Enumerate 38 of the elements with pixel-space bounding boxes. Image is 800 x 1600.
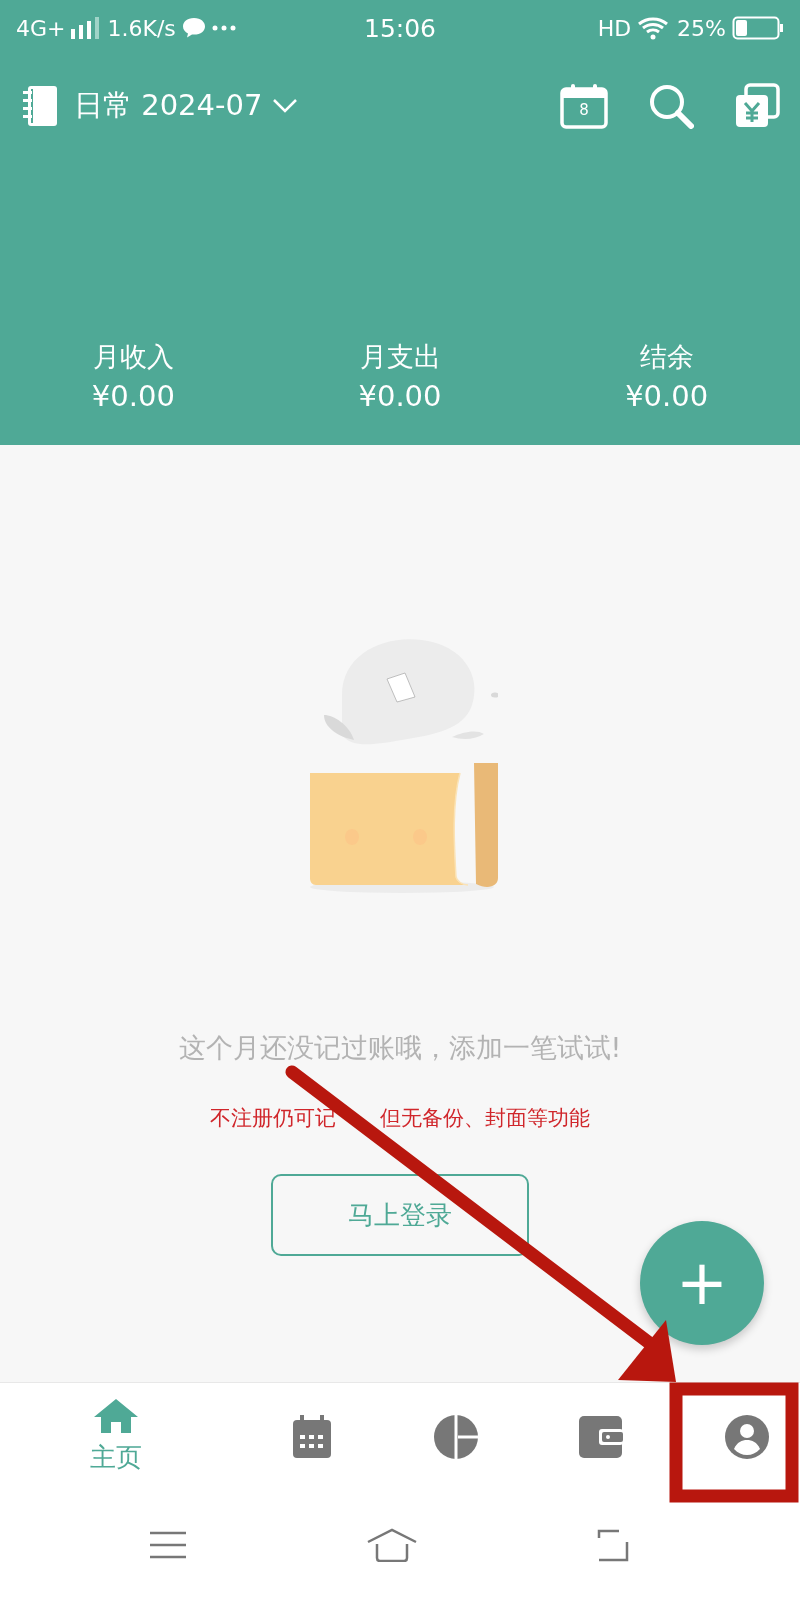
summary-label: 月收入 — [92, 340, 174, 374]
nav-tab[interactable]: 主页 — [90, 1398, 142, 1475]
hd-indicator: HD — [597, 15, 632, 41]
nav-tab[interactable] — [432, 1413, 479, 1460]
summary-label: 结余 — [639, 340, 694, 374]
empty-message: 这个月还没记过账哦，添加一笔试试! — [178, 1031, 622, 1065]
nav-tab[interactable] — [579, 1415, 624, 1458]
network-speed: 1.6K/s — [107, 15, 176, 41]
calendar-icon — [292, 1414, 333, 1459]
more-icon — [211, 25, 236, 31]
summary-amount: ¥0.00 — [358, 379, 442, 413]
summary-amount: ¥0.00 — [625, 379, 709, 413]
back-key-icon[interactable] — [596, 1528, 631, 1562]
battery-percent: 25% — [677, 15, 726, 41]
battery-icon — [732, 16, 784, 40]
notebook-icon — [22, 85, 58, 127]
network-type: 4G+ — [16, 15, 66, 41]
user-icon — [723, 1413, 770, 1460]
pie-chart-icon — [432, 1413, 479, 1460]
login-button[interactable]: 马上登录 — [271, 1174, 529, 1256]
wallet-icon — [579, 1415, 624, 1458]
book-selector[interactable]: 日常 2024-07 — [74, 86, 299, 126]
home-key-icon[interactable] — [366, 1528, 418, 1562]
summary-amount: ¥0.00 — [91, 379, 175, 413]
chat-bubble-icon — [181, 17, 206, 39]
nav-tab[interactable] — [292, 1414, 333, 1459]
chevron-down-icon — [272, 98, 299, 114]
search-icon[interactable] — [648, 83, 694, 129]
summary-label: 月支出 — [359, 340, 441, 374]
currency-cards-icon[interactable] — [734, 83, 780, 129]
signal-icon — [71, 17, 102, 39]
menu-icon[interactable] — [149, 1530, 188, 1560]
nav-tab[interactable] — [723, 1413, 770, 1460]
login-notice: 但无备份、封面等功能 — [380, 1105, 590, 1132]
home-icon — [93, 1398, 139, 1434]
login-notice: 不注册仍可记 — [210, 1105, 336, 1132]
clock-time: 15:06 — [364, 13, 437, 43]
add-record-button[interactable]: + — [640, 1221, 764, 1345]
